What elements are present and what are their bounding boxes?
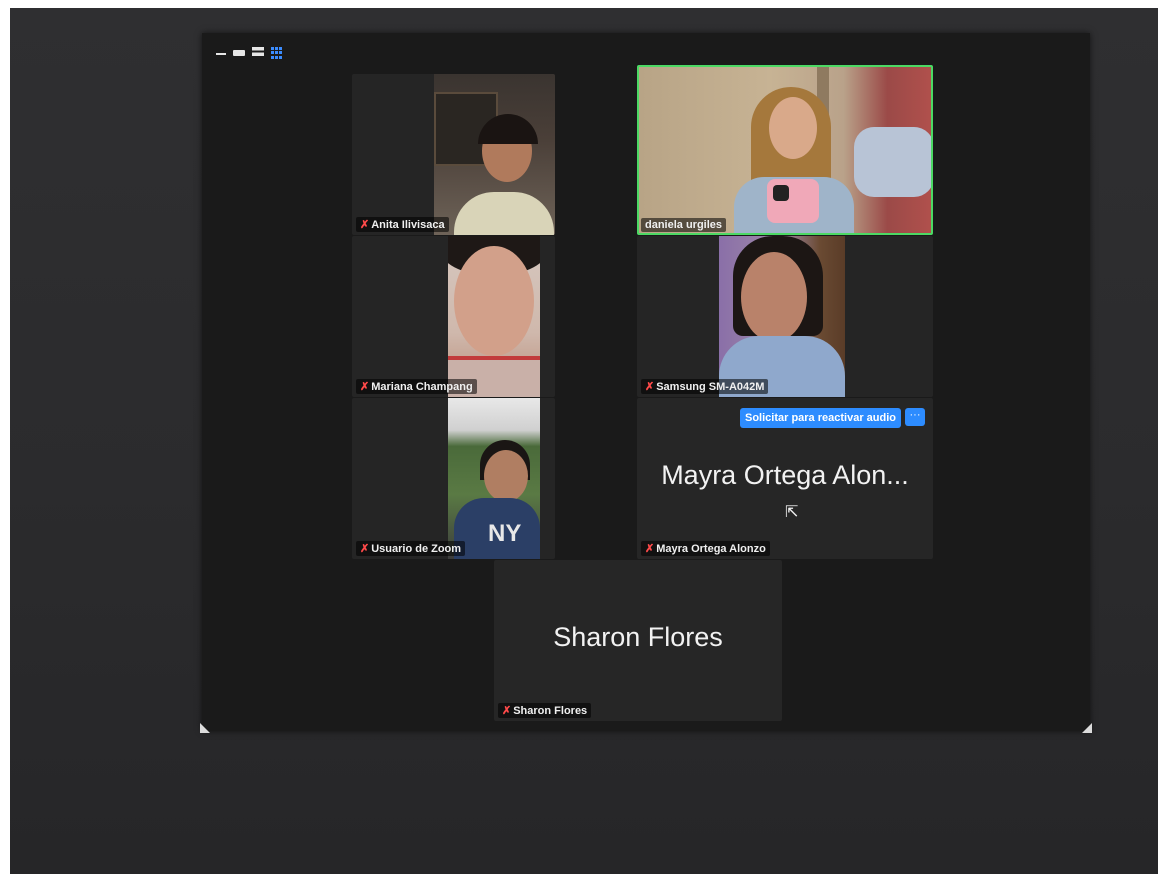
participant-name: Sharon Flores: [513, 704, 588, 717]
participant-name: Mayra Ortega Alonzo: [656, 542, 766, 555]
face: [769, 97, 817, 159]
participant-tile-anita[interactable]: ✗ Anita Ilivisaca: [352, 74, 555, 235]
participant-tile-daniela[interactable]: daniela urgiles: [637, 65, 933, 235]
resize-corner-icon[interactable]: [1082, 723, 1092, 733]
ask-to-unmute-button[interactable]: Solicitar para reactivar audio: [739, 408, 901, 428]
couch: [854, 127, 931, 197]
mic-muted-icon: ✗: [502, 705, 512, 717]
participant-tile-sharon[interactable]: Sharon Flores ✗ Sharon Flores: [494, 560, 782, 721]
participant-name-tag: ✗ Samsung SM-A042M: [641, 379, 769, 394]
participant-tile-samsung[interactable]: ✗ Samsung SM-A042M: [637, 236, 933, 397]
participant-name-tag: ✗ Sharon Flores: [498, 703, 592, 718]
team-logo: NY: [488, 520, 522, 547]
participant-tile-mariana[interactable]: ✗ Mariana Champang: [352, 236, 555, 397]
phone-camera: [773, 185, 789, 201]
participant-name: Samsung SM-A042M: [656, 380, 765, 393]
speaker-view-icon[interactable]: [233, 50, 245, 56]
participant-name: Mariana Champang: [371, 380, 473, 393]
participant-tile-usuario[interactable]: NY ✗ Usuario de Zoom: [352, 398, 555, 559]
mic-muted-icon: ✗: [360, 543, 370, 555]
participant-name-tag: ✗ Anita Ilivisaca: [356, 217, 449, 232]
face: [484, 450, 528, 502]
participant-video: [719, 236, 845, 397]
participant-name-tag: daniela urgiles: [641, 218, 727, 232]
participant-name: daniela urgiles: [645, 219, 723, 231]
resize-corner-icon[interactable]: [200, 723, 210, 733]
participant-name: Anita Ilivisaca: [371, 218, 445, 231]
minimize-icon[interactable]: [216, 47, 226, 55]
mouse-cursor-icon: ⇱: [785, 504, 799, 521]
mic-muted-icon: ✗: [360, 381, 370, 393]
participant-name-tag: ✗ Mayra Ortega Alonzo: [641, 541, 770, 556]
more-options-button[interactable]: ···: [905, 408, 925, 426]
participant-video: [434, 74, 555, 235]
participant-name-tag: ✗ Mariana Champang: [356, 379, 477, 394]
participant-tile-mayra[interactable]: Solicitar para reactivar audio ··· Mayra…: [637, 398, 933, 559]
stacked-view-icon[interactable]: [252, 47, 264, 56]
participant-name: Usuario de Zoom: [371, 542, 462, 555]
participant-display-name: Mayra Ortega Alon...: [661, 460, 909, 490]
zoom-window: ✗ Anita Ilivisaca daniela urgiles ✗ Mari…: [200, 33, 1092, 733]
shirt: [454, 192, 554, 235]
participant-video: [448, 236, 540, 397]
mic-muted-icon: ✗: [645, 381, 655, 393]
face: [741, 252, 807, 342]
participant-display-name: Sharon Flores: [553, 622, 723, 652]
mic-muted-icon: ✗: [645, 543, 655, 555]
mic-muted-icon: ✗: [360, 219, 370, 231]
gallery-view-icon[interactable]: [271, 47, 283, 59]
participant-video: NY: [448, 398, 540, 559]
participant-name-tag: ✗ Usuario de Zoom: [356, 541, 466, 556]
participant-video: [639, 67, 931, 233]
view-options: [216, 47, 283, 59]
face: [454, 246, 534, 356]
